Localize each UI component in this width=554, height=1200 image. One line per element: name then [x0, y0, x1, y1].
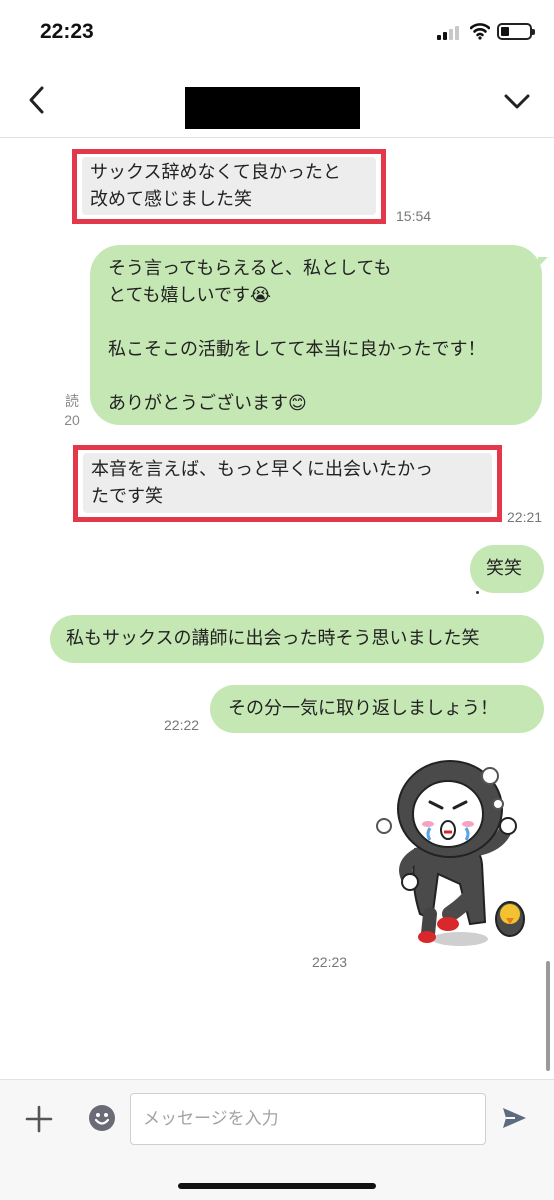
signal-icon [437, 26, 463, 40]
running-hooded-character-sticker[interactable] [370, 754, 535, 959]
message-time: 22:21 [507, 509, 543, 525]
emoji-icon[interactable] [88, 1104, 116, 1132]
outgoing-message[interactable]: 私もサックスの講師に出会った時そう思いました笑 [50, 615, 544, 663]
status-bar: 22:23 [0, 0, 554, 60]
battery-icon [497, 23, 535, 40]
message-input[interactable] [130, 1093, 486, 1145]
chevron-left-icon[interactable] [22, 82, 52, 118]
incoming-message[interactable]: 本音を言えば、もっと早くに出会いたかっ たです笑 [83, 453, 492, 513]
message-time: 22:22 [164, 717, 200, 733]
input-bar [0, 1079, 554, 1200]
read-receipt: 読 20 [61, 392, 83, 430]
scrollbar[interactable] [546, 961, 550, 1071]
wifi-icon [470, 23, 490, 40]
incoming-message[interactable]: サックス辞めなくて良かったと 改めて感じました笑 [82, 157, 376, 215]
outgoing-message[interactable]: その分一気に取り返しましょう！ [210, 685, 544, 733]
status-time: 22:23 [40, 20, 94, 43]
read-count: 20 [64, 412, 80, 428]
message-time: 15:54 [396, 208, 432, 224]
read-label: 読 [65, 393, 79, 409]
plus-icon[interactable] [24, 1104, 54, 1134]
contact-name-redacted [185, 87, 360, 129]
chevron-down-icon[interactable] [500, 86, 534, 116]
dot-mark [476, 591, 479, 594]
outgoing-message[interactable]: そう言ってもらえると、私としても とても嬉しいです😭 私こそこの活動をしてて本当… [90, 245, 542, 425]
home-indicator [178, 1183, 376, 1189]
send-icon[interactable] [500, 1104, 528, 1132]
message-list[interactable]: サックス辞めなくて良かったと 改めて感じました笑 15:54 読 20 そう言っ… [0, 139, 554, 1079]
chat-header [0, 60, 554, 138]
bubble-tail [538, 257, 548, 267]
message-time: 22:23 [312, 954, 348, 970]
outgoing-message[interactable]: 笑笑 [470, 545, 544, 593]
